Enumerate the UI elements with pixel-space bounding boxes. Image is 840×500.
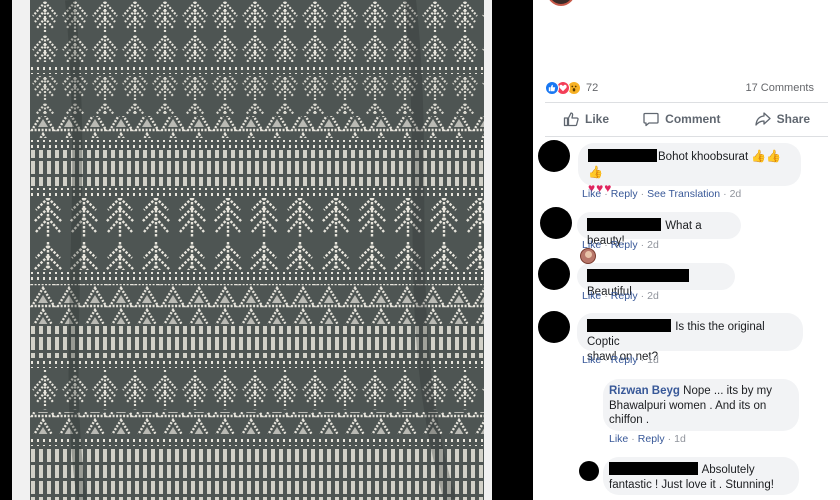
divider — [545, 136, 828, 137]
commenter-avatar[interactable] — [538, 140, 570, 172]
like-button-label: Like — [585, 112, 610, 126]
reply-reply-link[interactable]: Reply — [638, 433, 665, 445]
comment-text: Bohot khoobsurat — [658, 151, 749, 163]
share-button[interactable]: Share — [754, 111, 810, 127]
reply-bubble: Rizwan Beyg Nope ... its by my Bhawalpur… — [603, 379, 799, 431]
comment-time[interactable]: 2d — [647, 239, 659, 251]
reply-time[interactable]: 1d — [674, 433, 686, 445]
comment-time[interactable]: 2d — [647, 290, 659, 302]
commenter-avatar[interactable] — [538, 311, 570, 343]
divider — [545, 102, 828, 103]
thumbs-up-icon — [563, 112, 579, 127]
comment-bubble: Is this the original Coptic shawl on net… — [577, 313, 803, 363]
reactions-count[interactable]: 72 — [586, 82, 598, 94]
reply-text-line-3: chiffon . — [609, 414, 650, 426]
poster-avatar[interactable] — [547, 0, 575, 6]
share-icon — [754, 112, 771, 126]
see-translation-link[interactable]: See Translation — [647, 188, 720, 200]
commenter-avatar[interactable] — [540, 207, 572, 239]
reply-author-avatar[interactable] — [579, 461, 599, 481]
reply-text-line-2: fantastic ! Just love it . Stunning! — [609, 479, 774, 491]
comment-reply-link[interactable]: Reply — [611, 188, 638, 200]
comment-actions: Like · Reply · See Translation · 2d — [582, 188, 742, 200]
comment-button[interactable]: Comment — [643, 111, 721, 127]
share-button-label: Share — [776, 112, 810, 126]
reply-text-line-2: Bhawalpuri women . And its on — [609, 400, 767, 412]
post-panel: 72 17 Comments Like Comment Share Bohot … — [533, 0, 840, 500]
comment-actions: Like · Reply · 2d — [582, 290, 659, 302]
comment-reply-link[interactable]: Reply — [611, 290, 638, 302]
comment-icon — [643, 112, 659, 127]
redacted-name — [587, 319, 671, 332]
post-photo-frame — [0, 0, 503, 500]
comments-count[interactable]: 17 Comments — [746, 82, 814, 94]
shawl-pattern — [30, 0, 484, 500]
redacted-name — [587, 269, 689, 282]
reply-text-line-1: Absolutely — [701, 464, 755, 476]
redacted-name — [609, 462, 698, 475]
reply-actions: Like · Reply · 1d — [609, 433, 686, 445]
comment-like-link[interactable]: Like — [582, 290, 601, 302]
reply-author-name[interactable]: Rizwan Beyg — [609, 385, 680, 397]
comment-reply-link[interactable]: Reply — [611, 239, 638, 251]
like-button[interactable]: Like — [563, 111, 609, 127]
comment-reply-link[interactable]: Reply — [611, 354, 638, 366]
comment-time[interactable]: 2d — [730, 188, 742, 200]
reactions-summary[interactable]: 72 17 Comments — [545, 78, 835, 98]
comment-bubble: Bohot khoobsurat 👍👍👍 ♥♥♥ — [578, 143, 801, 195]
post-action-bar: Like Comment Share — [545, 106, 828, 132]
comment-button-label: Comment — [665, 112, 721, 126]
reply-author-avatar[interactable] — [580, 248, 596, 264]
comment-like-link[interactable]: Like — [582, 354, 601, 366]
comment-actions: Like · Reply · 2d — [582, 239, 659, 251]
comment-actions: Like · Reply · 1d — [582, 354, 659, 366]
reply-text-line-1: Nope ... its by my — [683, 385, 772, 397]
post-photo[interactable] — [30, 0, 484, 500]
redacted-name — [588, 149, 657, 162]
comment-bubble: Beautiful — [577, 263, 735, 298]
like-icon — [545, 81, 559, 95]
redacted-name — [587, 218, 661, 231]
reply-bubble: Absolutely fantastic ! Just love it . St… — [603, 457, 799, 495]
reply-like-link[interactable]: Like — [609, 433, 628, 445]
comment-like-link[interactable]: Like — [582, 188, 601, 200]
commenter-avatar[interactable] — [538, 258, 570, 290]
comment-time[interactable]: 1d — [647, 354, 659, 366]
comment-bubble: What a beauty! — [577, 212, 741, 247]
